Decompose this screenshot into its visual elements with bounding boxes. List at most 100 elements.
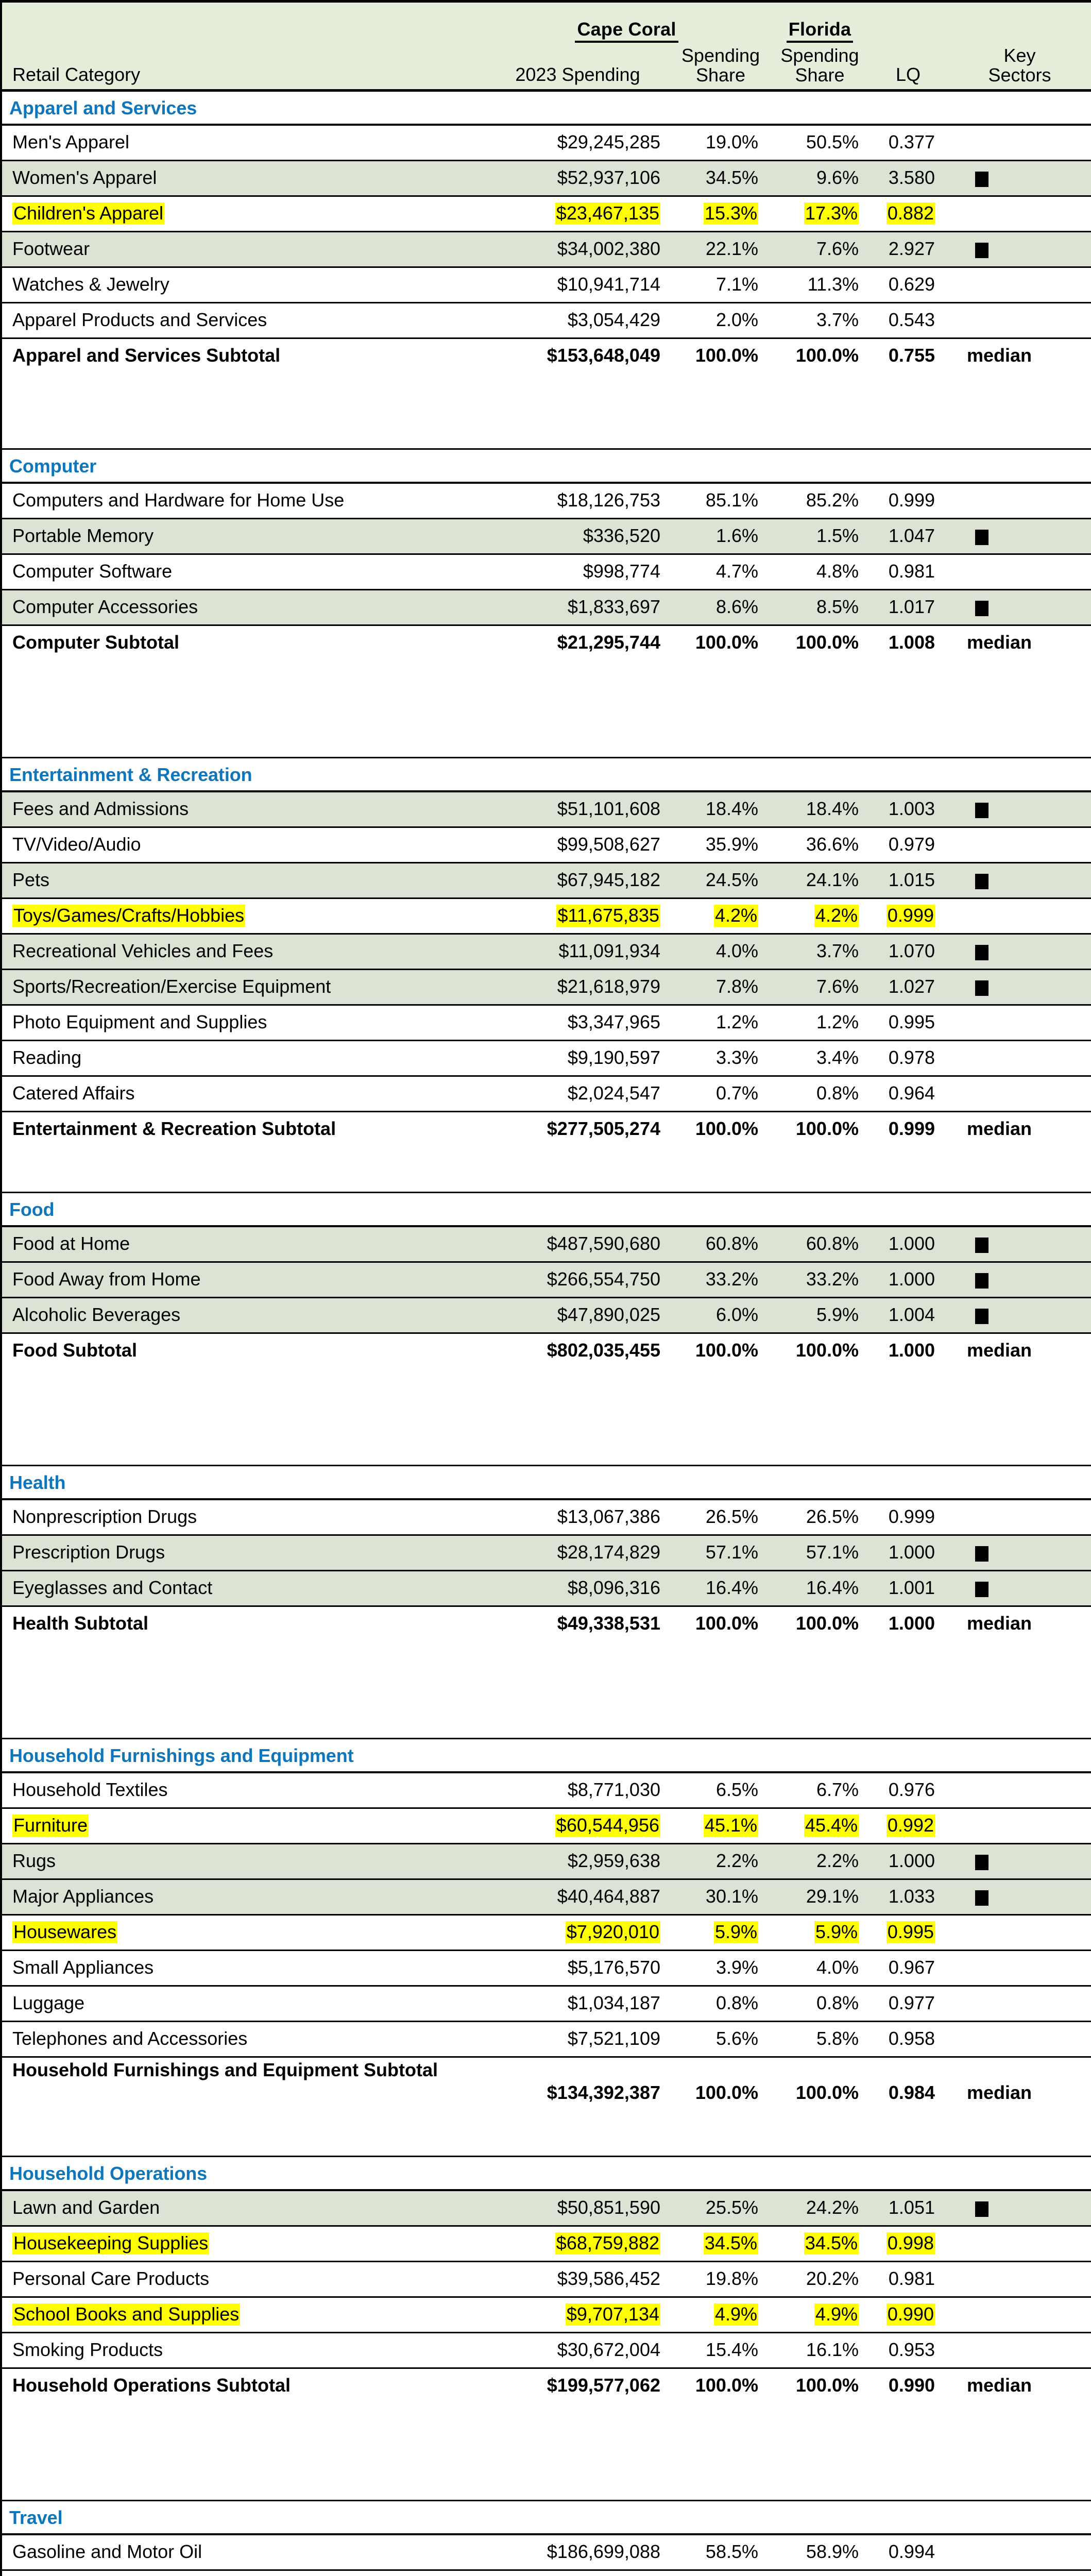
cell-lq: 1.004 bbox=[870, 1298, 946, 1333]
cell-florida-share: 3.4% bbox=[770, 1041, 870, 1076]
cell-florida-share: 0.8% bbox=[770, 1986, 870, 2022]
subtotal-lq: 1.000 bbox=[870, 1333, 946, 1466]
cell-cape-share: 19.0% bbox=[672, 125, 770, 161]
subtotal-florida-share: 100.0% bbox=[770, 1606, 870, 1739]
section-header-row: Household Furnishings and Equipment bbox=[2, 1739, 1091, 1773]
cell-florida-share: 20.2% bbox=[770, 2262, 870, 2297]
cell-lq: 0.967 bbox=[870, 1951, 946, 1986]
cell-cape-share: 3.3% bbox=[672, 1041, 770, 1076]
cell-lq: 1.003 bbox=[870, 791, 946, 827]
cell-cape-share: 60.8% bbox=[672, 1226, 770, 1262]
cell-cape-share: 2.2% bbox=[672, 1844, 770, 1879]
cell-spending: $7,521,109 bbox=[484, 2022, 672, 2057]
section-header-label: Computer bbox=[2, 449, 1091, 483]
cell-spending-highlight: $7,920,010 bbox=[566, 1921, 660, 1943]
cell-lq: 1.000 bbox=[870, 1262, 946, 1298]
cell-cape-share: 5.6% bbox=[672, 2022, 770, 2057]
cell-cape-share: 2.0% bbox=[672, 303, 770, 338]
cell-category: Food at Home bbox=[2, 1226, 484, 1262]
subtotal-label: Health Subtotal bbox=[2, 1606, 484, 1739]
cell-lq: 0.882 bbox=[870, 196, 946, 232]
section-header-label: Entertainment & Recreation bbox=[2, 758, 1091, 792]
cell-category: Household Textiles bbox=[2, 1772, 484, 1808]
column-header-cape-share: Spending Share bbox=[672, 45, 770, 89]
section-header-label: Travel bbox=[2, 2501, 1091, 2535]
cell-category: Personal Care Products bbox=[2, 2262, 484, 2297]
key-sector-square-icon bbox=[975, 172, 988, 187]
cell-spending: $1,833,697 bbox=[484, 590, 672, 625]
cell-key-sector bbox=[946, 2297, 1091, 2333]
subtotal-spending: $199,577,062 bbox=[484, 2368, 672, 2501]
cell-cape-share: 35.9% bbox=[672, 827, 770, 863]
cell-spending: $487,590,680 bbox=[484, 1226, 672, 1262]
cell-category: Telephones and Accessories bbox=[2, 2022, 484, 2057]
cell-cape-share: 4.0% bbox=[672, 934, 770, 970]
cell-category: TV/Video/Audio bbox=[2, 827, 484, 863]
table-row: Prescription Drugs$28,174,82957.1%57.1%1… bbox=[2, 1535, 1091, 1571]
cell-cape-share: 16.4% bbox=[672, 1571, 770, 1606]
column-header-lq: LQ bbox=[870, 45, 946, 89]
cell-cape-share: 15.3% bbox=[672, 196, 770, 232]
cell-lq: 0.377 bbox=[870, 125, 946, 161]
cell-category: Alcoholic Beverages bbox=[2, 1298, 484, 1333]
cell-key-sector bbox=[946, 899, 1091, 934]
subtotal-spending: $153,648,049 bbox=[484, 338, 672, 449]
cell-lq: 2.927 bbox=[870, 232, 946, 267]
cell-key-sector bbox=[946, 161, 1091, 196]
cell-florida-share: 8.5% bbox=[770, 590, 870, 625]
cell-florida-share-highlight: 17.3% bbox=[804, 202, 859, 224]
cell-florida-share-highlight: 4.9% bbox=[814, 2303, 859, 2325]
cell-cape-share-highlight: 15.3% bbox=[704, 202, 758, 224]
cell-spending: $8,096,316 bbox=[484, 1571, 672, 1606]
cell-spending: $28,174,829 bbox=[484, 1535, 672, 1571]
column-header-category: Retail Category bbox=[2, 45, 484, 89]
cell-category: Pets bbox=[2, 863, 484, 899]
cell-florida-share: 10.5% bbox=[770, 2570, 870, 2576]
table-row: Women's Apparel$52,937,10634.5%9.6%3.580 bbox=[2, 161, 1091, 196]
cell-cape-share: 4.2% bbox=[672, 899, 770, 934]
cell-florida-share: 16.1% bbox=[770, 2333, 870, 2368]
cell-spending: $47,890,025 bbox=[484, 1298, 672, 1333]
cell-cape-share: 6.0% bbox=[672, 1298, 770, 1333]
table-frame: Cape Coral Florida Retail Category 2023 … bbox=[0, 0, 1091, 2576]
cell-florida-share: 2.2% bbox=[770, 1844, 870, 1879]
cell-spending: $186,699,088 bbox=[484, 2534, 672, 2570]
cell-key-sector bbox=[946, 1808, 1091, 1844]
subtotal-cape-share: 100.0% bbox=[672, 625, 770, 758]
table-row: Fees and Admissions$51,101,60818.4%18.4%… bbox=[2, 791, 1091, 827]
cell-category: Major Appliances bbox=[2, 1879, 484, 1915]
cell-florida-share: 60.8% bbox=[770, 1226, 870, 1262]
cell-lq: 0.999 bbox=[870, 1499, 946, 1535]
section-header-row: Household Operations bbox=[2, 2157, 1091, 2191]
cell-spending-highlight: $23,467,135 bbox=[555, 202, 660, 224]
cell-spending: $3,054,429 bbox=[484, 303, 672, 338]
subtotal-label: Entertainment & Recreation Subtotal bbox=[2, 1112, 484, 1193]
header-geo-blank bbox=[2, 11, 484, 45]
cell-cape-share: 3.9% bbox=[672, 1951, 770, 1986]
cell-florida-share-highlight: 34.5% bbox=[804, 2232, 859, 2254]
column-header-key-line1: Key bbox=[946, 46, 1091, 65]
cell-category: Recreational Vehicles and Fees bbox=[2, 934, 484, 970]
table-row: Personal Care Products$39,586,45219.8%20… bbox=[2, 2262, 1091, 2297]
subtotal-median-label: median bbox=[946, 2057, 1091, 2157]
cell-cape-share-highlight: 4.2% bbox=[714, 905, 758, 926]
cell-category: Reading bbox=[2, 1041, 484, 1076]
header-geo-row: Cape Coral Florida bbox=[2, 11, 1091, 45]
cell-cape-share-highlight: 5.9% bbox=[714, 1921, 758, 1943]
cell-spending: $29,245,285 bbox=[484, 125, 672, 161]
table-row: Furniture$60,544,95645.1%45.4%0.992 bbox=[2, 1808, 1091, 1844]
cell-spending: $51,101,608 bbox=[484, 791, 672, 827]
cell-lq: 0.995 bbox=[870, 1915, 946, 1951]
cell-category-highlight: Furniture bbox=[12, 1815, 89, 1836]
key-sector-square-icon bbox=[975, 243, 988, 258]
cell-category: School Books and Supplies bbox=[2, 2297, 484, 2333]
cell-cape-share: 5.9% bbox=[672, 1915, 770, 1951]
header-geo-florida: Florida bbox=[787, 19, 853, 43]
table-row: Computer Software$998,7744.7%4.8%0.981 bbox=[2, 554, 1091, 590]
table-row: Reading$9,190,5973.3%3.4%0.978 bbox=[2, 1041, 1091, 1076]
cell-cape-share: 57.1% bbox=[672, 1535, 770, 1571]
cell-lq: 0.999 bbox=[870, 899, 946, 934]
subtotal-label: Computer Subtotal bbox=[2, 625, 484, 758]
cell-florida-share: 5.9% bbox=[770, 1298, 870, 1333]
subtotal-row: Household Furnishings and Equipment Subt… bbox=[2, 2057, 1091, 2157]
